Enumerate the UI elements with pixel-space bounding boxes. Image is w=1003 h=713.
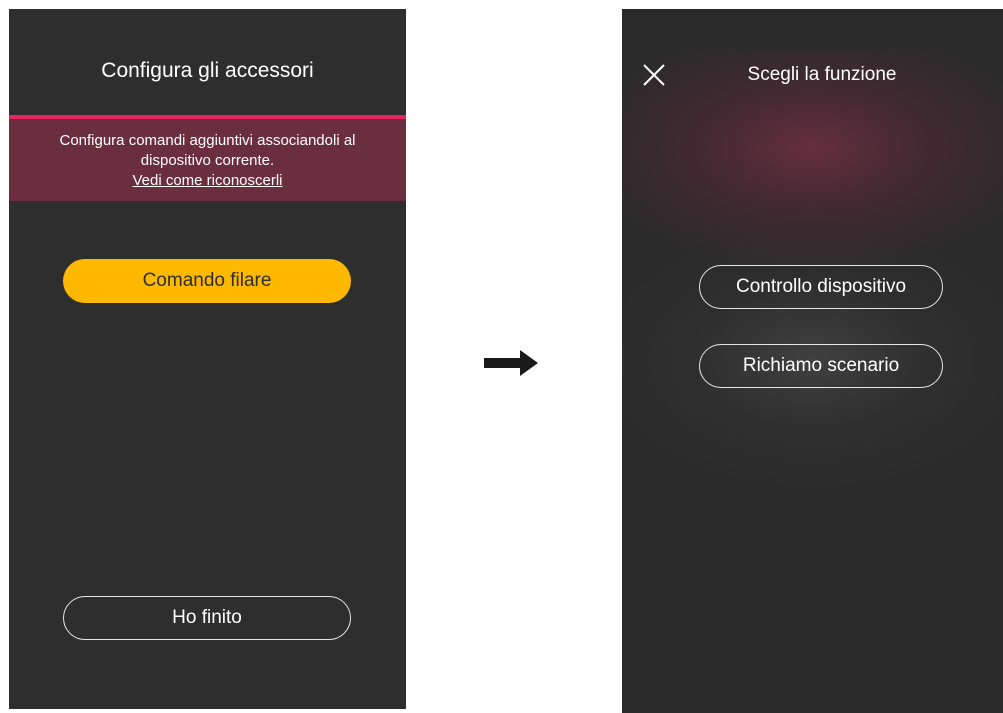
page-title: Configura gli accessori <box>101 59 314 82</box>
configure-accessories-screen: Configura gli accessori Configura comand… <box>9 9 406 709</box>
info-text-line-2: dispositivo corrente. <box>140 152 275 169</box>
wired-command-button[interactable]: Comando filare <box>63 259 351 303</box>
scenario-recall-button[interactable]: Richiamo scenario <box>699 344 943 388</box>
choose-function-screen: Scegli la funzione Controllo dispositivo… <box>622 9 1003 713</box>
page-title: Scegli la funzione <box>747 64 897 85</box>
finish-button[interactable]: Ho finito <box>63 596 351 640</box>
info-banner: Configura comandi aggiuntivi associandol… <box>9 119 406 201</box>
close-icon[interactable] <box>642 63 666 87</box>
how-to-recognize-link[interactable]: Vedi come riconoscerli <box>132 171 282 191</box>
canvas: Configura gli accessori Configura comand… <box>0 0 1003 713</box>
right-arrow-icon <box>484 350 538 376</box>
info-text-line-1: Configura comandi aggiuntivi associandol… <box>59 132 356 149</box>
device-control-button[interactable]: Controllo dispositivo <box>699 265 943 309</box>
